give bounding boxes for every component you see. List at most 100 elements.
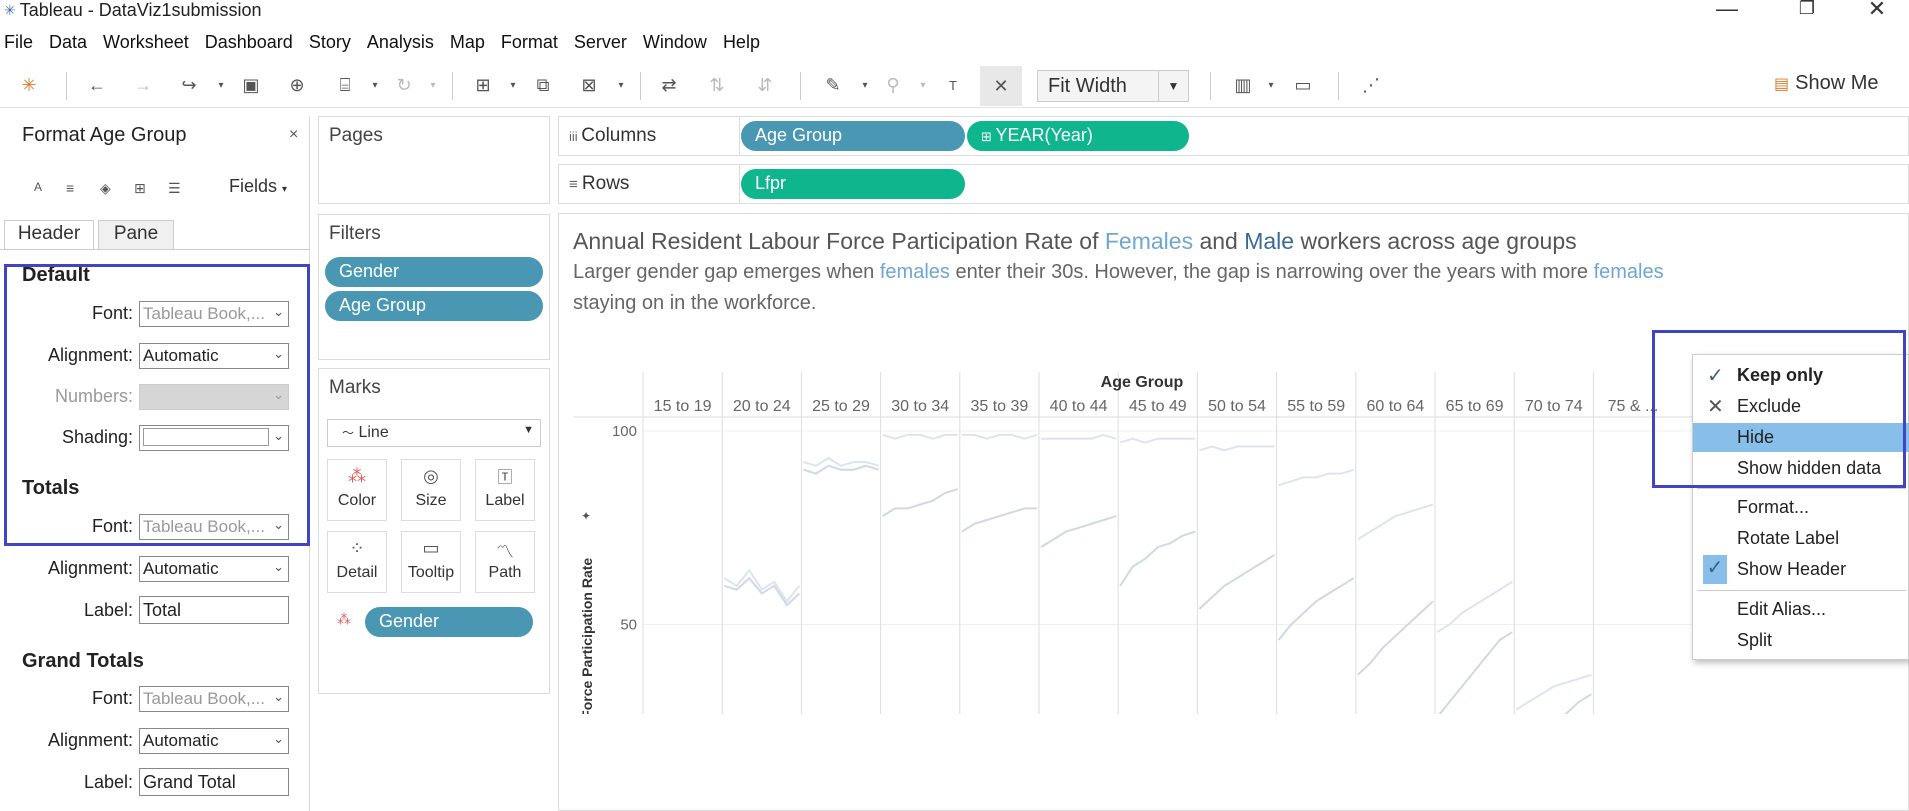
replay-icon[interactable]: ↪ xyxy=(176,72,202,98)
color-label: Color xyxy=(337,492,377,509)
show-cards-icon[interactable]: ▥ xyxy=(1230,72,1256,98)
totals-alignment-select[interactable]: Automatic ⌄ xyxy=(139,556,289,582)
pause-updates-icon[interactable]: ⌸ xyxy=(332,72,358,98)
duplicate-sheet-icon[interactable]: ⧉ xyxy=(530,72,556,98)
pages-card[interactable]: Pages xyxy=(318,116,550,204)
chevron-down-icon: ⌄ xyxy=(273,689,284,704)
menu-item-show-header[interactable]: ✓ Show Header xyxy=(1693,555,1909,584)
tab-header[interactable]: Header xyxy=(4,220,94,250)
dropdown-icon[interactable]: ▾ xyxy=(362,72,388,98)
dropdown-icon[interactable]: ▾ xyxy=(852,72,878,98)
path-button[interactable]: 〽 Path xyxy=(475,531,535,593)
swap-rows-columns-icon[interactable]: ⇄ xyxy=(656,72,682,98)
menu-dashboard[interactable]: Dashboard xyxy=(205,28,301,56)
fit-width-value: Fit Width xyxy=(1048,75,1127,97)
header-title: Age Group xyxy=(1101,374,1184,391)
fit-width-select[interactable]: Fit Width ▼ xyxy=(1037,70,1189,102)
pin-icon: ✦ xyxy=(581,509,591,523)
mark-type-value: Line xyxy=(358,424,389,441)
annotation-highlight-box xyxy=(1652,330,1906,488)
menu-item-rotate-label[interactable]: Rotate Label xyxy=(1693,524,1909,553)
menu-map[interactable]: Map xyxy=(450,28,493,56)
toolbar-separator xyxy=(800,72,801,100)
dropdown-icon[interactable]: ▾ xyxy=(420,72,446,98)
dropdown-icon[interactable]: ▾ xyxy=(500,72,526,98)
redo-icon[interactable]: → xyxy=(130,72,156,98)
marks-pill-gender[interactable]: Gender xyxy=(365,607,533,637)
undo-icon[interactable]: ← xyxy=(84,72,110,98)
toolbar-separator xyxy=(1338,72,1339,100)
show-me-button[interactable]: ▤ Show Me xyxy=(1774,72,1879,95)
size-button[interactable]: ◎ Size xyxy=(401,459,461,521)
menu-item-format[interactable]: Format... xyxy=(1693,493,1909,522)
tableau-home-icon[interactable]: ✳ xyxy=(16,72,42,98)
path-label: Path xyxy=(488,564,522,581)
rows-pill-lfpr[interactable]: Lfpr xyxy=(741,169,965,199)
grand-totals-font-select[interactable]: Tableau Book,... ⌄ xyxy=(139,686,289,712)
dropdown-icon[interactable]: ▾ xyxy=(1258,72,1284,98)
dropdown-icon[interactable]: ▾ xyxy=(910,72,936,98)
line-icon: 〜 xyxy=(342,426,355,440)
mark-type-select[interactable]: 〜 Line ▼ xyxy=(327,419,541,447)
sort-descending-icon[interactable]: ⇵ xyxy=(752,72,778,98)
toolbar: ✳ ← → ↪ ▾ ▣ ⊕ ⌸ ▾ ↻ ▾ ⊞ ▾ ⧉ ⊠ ▾ ⇄ ⇅ ⇵ ✎ … xyxy=(0,62,1909,108)
menu-server[interactable]: Server xyxy=(574,28,635,56)
menu-help[interactable]: Help xyxy=(723,28,768,56)
label-button[interactable]: 🅃 Label xyxy=(475,459,535,521)
close-icon[interactable]: × xyxy=(289,126,298,144)
alignment-icon[interactable]: ≡ xyxy=(66,180,74,196)
save-icon[interactable]: ▣ xyxy=(238,72,264,98)
menu-window[interactable]: Window xyxy=(643,28,715,56)
tab-pane[interactable]: Pane xyxy=(98,220,174,250)
new-worksheet-icon[interactable]: ⊞ xyxy=(470,72,496,98)
minimize-icon[interactable]: — xyxy=(1707,0,1747,22)
menu-item-split[interactable]: Split xyxy=(1693,626,1909,655)
menu-data[interactable]: Data xyxy=(49,28,95,56)
presentation-mode-icon[interactable]: ▭ xyxy=(1290,72,1316,98)
columns-shelf[interactable]: iii Columns Age Group ⊞ YEAR(Year) xyxy=(558,116,1909,156)
shading-icon[interactable]: ◈ xyxy=(100,180,111,197)
grand-totals-label-input[interactable]: Grand Total xyxy=(139,768,289,796)
detail-button[interactable]: ⁘ Detail xyxy=(327,531,387,593)
show-mark-labels-icon[interactable]: T xyxy=(940,72,966,98)
filter-pill-age-group[interactable]: Age Group xyxy=(325,291,543,321)
menu-story[interactable]: Story xyxy=(309,28,359,56)
dropdown-icon[interactable]: ▾ xyxy=(608,72,634,98)
totals-label-input[interactable]: Total xyxy=(139,596,289,624)
tooltip-button[interactable]: ▭ Tooltip xyxy=(401,531,461,593)
rows-shelf[interactable]: ≡ Rows Lfpr xyxy=(558,164,1909,204)
refresh-icon[interactable]: ↻ xyxy=(391,72,417,98)
group-members-icon[interactable]: ⚲ xyxy=(880,72,906,98)
show-me-label: Show Me xyxy=(1795,72,1879,94)
female-series-line xyxy=(1198,553,1276,610)
filter-pill-gender[interactable]: Gender xyxy=(325,257,543,287)
menu-format[interactable]: Format xyxy=(501,28,566,56)
font-icon[interactable]: A xyxy=(34,180,42,194)
share-icon[interactable]: ⋰ xyxy=(1358,72,1384,98)
fields-dropdown[interactable]: Fields ▾ xyxy=(229,176,287,197)
filters-card[interactable]: Filters Gender Age Group xyxy=(318,214,550,360)
color-button[interactable]: ⁂ Color xyxy=(327,459,387,521)
dropdown-icon[interactable]: ▾ xyxy=(208,72,234,98)
columns-pill-age-group[interactable]: Age Group xyxy=(741,121,965,151)
menu-analysis[interactable]: Analysis xyxy=(367,28,442,56)
new-datasource-icon[interactable]: ⊕ xyxy=(284,72,310,98)
age-group-headers: Age Group 15 to 19 20 to 24 25 to 29 30 to 3… xyxy=(654,374,1659,415)
restore-icon[interactable]: ❐ xyxy=(1787,0,1827,19)
clear-sheet-icon[interactable]: ⊠ xyxy=(576,72,602,98)
columns-icon: iii xyxy=(569,129,582,144)
menu-item-edit-alias[interactable]: Edit Alias... xyxy=(1693,595,1909,624)
fix-axes-icon[interactable]: ✕ xyxy=(980,66,1022,106)
sort-ascending-icon[interactable]: ⇅ xyxy=(704,72,730,98)
menu-worksheet[interactable]: Worksheet xyxy=(103,28,197,56)
borders-icon[interactable]: ⊞ xyxy=(134,180,146,197)
lines-icon[interactable]: ☰ xyxy=(168,180,181,197)
close-icon[interactable]: ✕ xyxy=(1857,0,1897,22)
highlight-icon[interactable]: ✎ xyxy=(820,72,846,98)
path-icon: 〽 xyxy=(496,542,514,562)
rows-label: ≡ Rows xyxy=(569,173,630,194)
menu-file[interactable]: File xyxy=(4,28,41,56)
fields-label: Fields xyxy=(229,176,278,196)
grand-totals-alignment-select[interactable]: Automatic ⌄ xyxy=(139,728,289,754)
columns-pill-year[interactable]: ⊞ YEAR(Year) xyxy=(967,121,1189,151)
